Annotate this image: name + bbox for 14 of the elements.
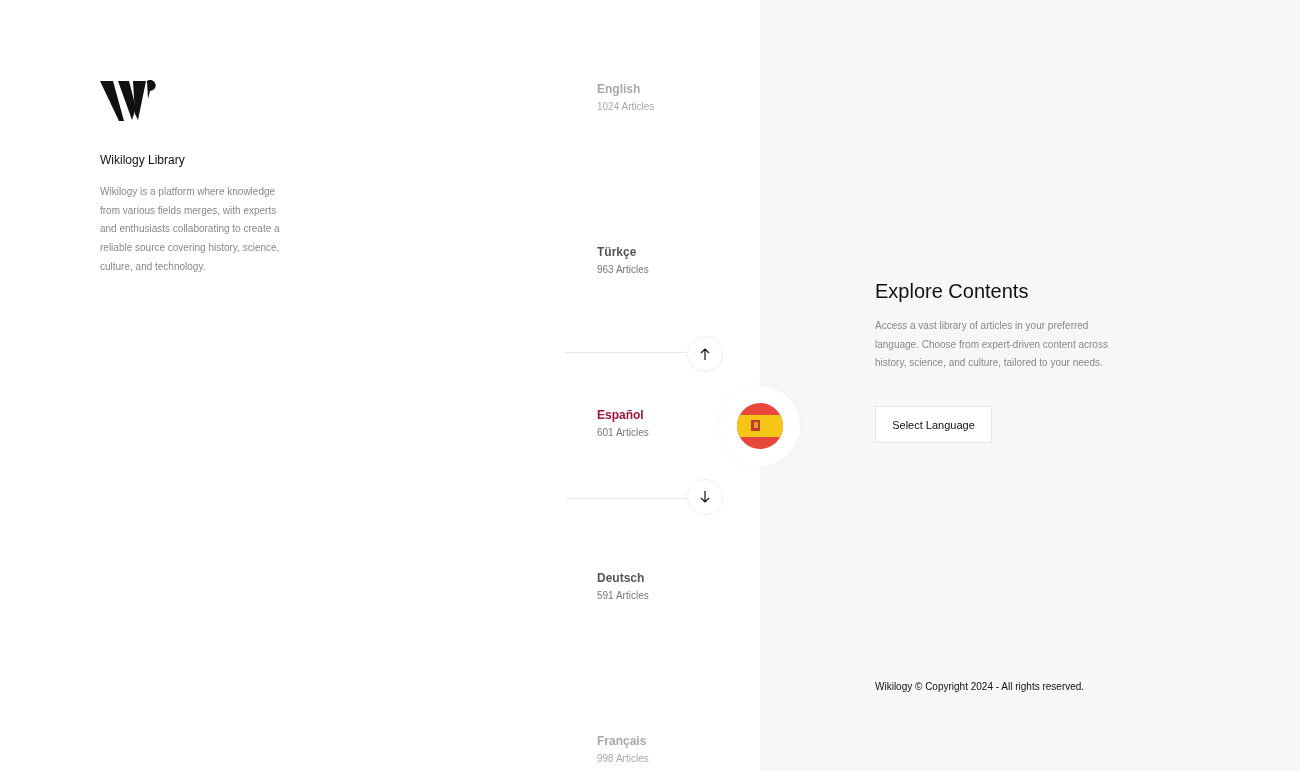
logo-icon [100, 80, 158, 122]
arrow-down-icon [700, 491, 710, 503]
scroll-down-button[interactable] [687, 479, 723, 515]
copyright-text: Wikilogy © Copyright 2024 - All rights reserved. [875, 681, 1086, 693]
arrow-up-icon [700, 348, 710, 360]
section-title: Explore Contents [875, 280, 1030, 303]
section-description: Access a vast library of articles in your preferred language. Choose from expert-driven content across history, science, and culture, tailored to your needs. [875, 319, 1109, 371]
scroll-up-button[interactable] [687, 336, 723, 372]
language-item[interactable]: Deutsch 591 Articles [565, 571, 760, 734]
select-language-button[interactable]: Select Language [875, 406, 992, 444]
brand-description: Wikilogy is a platform where knowledge from various fields merges, with experts and enthusiasts collaborating to create a reliable source covering history, science, culture, and technology. [100, 185, 281, 274]
language-item[interactable]: Español 601 Articles [565, 408, 760, 571]
brand-name: Wikilogy Library [100, 153, 186, 167]
language-item[interactable]: Türkçe 963 Articles [565, 245, 760, 408]
